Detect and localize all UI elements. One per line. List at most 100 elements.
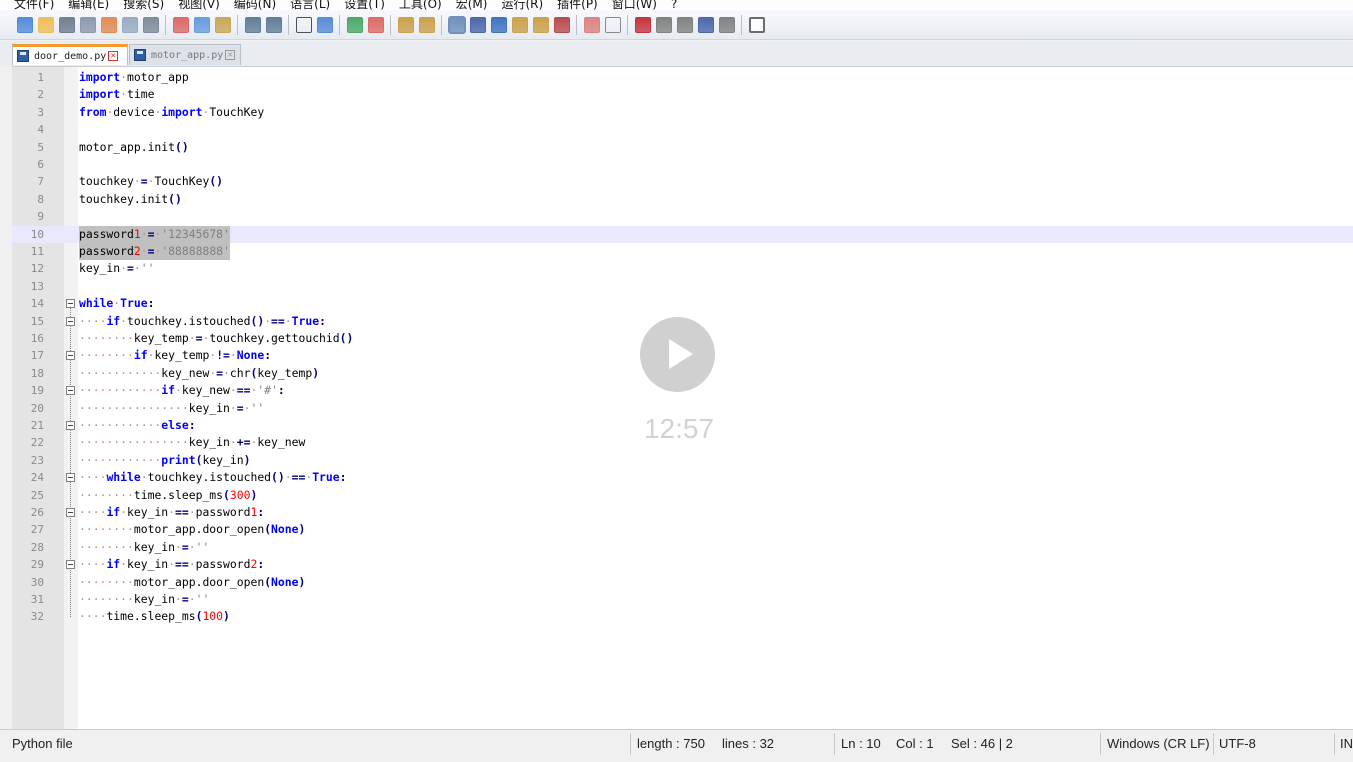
save-all-icon[interactable] bbox=[79, 16, 96, 33]
record-macro-icon[interactable] bbox=[634, 16, 651, 33]
line-number: 5 bbox=[37, 140, 44, 154]
close-all-icon[interactable] bbox=[121, 16, 138, 33]
word-wrap-icon[interactable] bbox=[447, 15, 466, 34]
code-line[interactable]: 3 from·device·import·TouchKey bbox=[12, 104, 1353, 121]
code-editor[interactable]: 1 import·motor_app 2 import·time 3 from·devic… bbox=[12, 66, 1353, 729]
code-line[interactable]: 29 ····if·key_in·==·password2: bbox=[12, 556, 1353, 573]
close-tab-icon[interactable]: ✕ bbox=[225, 50, 236, 60]
code-line[interactable]: 12 key_in·=·'' bbox=[12, 260, 1353, 277]
line-number: 18 bbox=[30, 366, 44, 380]
code-line[interactable]: 28 ········key_in·=·'' bbox=[12, 539, 1353, 556]
line-number: 32 bbox=[30, 610, 44, 624]
code-line[interactable]: 25 ········time.sleep_ms(300) bbox=[12, 487, 1353, 504]
fold-toggle-icon[interactable] bbox=[66, 386, 75, 396]
menu-item[interactable]: 语言(L) bbox=[290, 0, 330, 10]
udl-icon[interactable] bbox=[511, 16, 528, 33]
redo-icon[interactable] bbox=[265, 16, 282, 33]
menu-item[interactable]: 文件(F) bbox=[14, 0, 54, 10]
fold-toggle-icon[interactable] bbox=[66, 299, 75, 309]
tab-label: motor_app.py bbox=[151, 49, 224, 61]
fold-toggle-icon[interactable] bbox=[66, 351, 75, 361]
zoom-in-icon[interactable] bbox=[346, 16, 363, 33]
show-all-chars-icon[interactable] bbox=[469, 16, 486, 33]
sync-horizontal-icon[interactable] bbox=[418, 16, 435, 33]
fold-toggle-icon[interactable] bbox=[66, 473, 75, 483]
code-line[interactable]: 32 ····time.sleep_ms(100) bbox=[12, 608, 1353, 625]
line-number: 11 bbox=[30, 245, 44, 258]
cut-icon[interactable] bbox=[172, 16, 189, 33]
menu-item[interactable]: 宏(M) bbox=[456, 0, 488, 10]
undo-icon[interactable] bbox=[244, 16, 261, 33]
code-line[interactable]: 27 ········motor_app.door_open(None) bbox=[12, 521, 1353, 538]
toolbar-separator bbox=[441, 14, 442, 35]
save-icon[interactable] bbox=[58, 16, 75, 33]
zoom-out-icon[interactable] bbox=[367, 16, 384, 33]
menu-item[interactable]: 编辑(E) bbox=[68, 0, 109, 10]
folder-workspace-icon[interactable] bbox=[583, 16, 600, 33]
menu-item[interactable]: 插件(P) bbox=[557, 0, 598, 10]
line-number: 2 bbox=[37, 88, 44, 102]
menu-item[interactable]: 视图(V) bbox=[178, 0, 220, 10]
code-line[interactable]: 4 bbox=[12, 121, 1353, 138]
indent-guide-icon[interactable] bbox=[490, 16, 507, 33]
open-file-icon[interactable] bbox=[37, 16, 54, 33]
close-tab-icon[interactable]: ✕ bbox=[108, 51, 119, 61]
code-line[interactable]: 8 touchkey.init() bbox=[12, 191, 1353, 208]
code-line[interactable]: 13 bbox=[12, 278, 1353, 295]
code-text: from·device·import·TouchKey bbox=[79, 104, 265, 119]
paste-icon[interactable] bbox=[214, 16, 231, 33]
spell-check-icon[interactable] bbox=[748, 16, 765, 33]
run-macro-multiple-icon[interactable] bbox=[697, 16, 714, 33]
menu-item[interactable]: 运行(R) bbox=[501, 0, 543, 10]
play-icon bbox=[669, 339, 693, 369]
play-button[interactable] bbox=[640, 317, 715, 392]
code-line[interactable]: 30 ········motor_app.door_open(None) bbox=[12, 574, 1353, 591]
menu-item[interactable]: ? bbox=[671, 0, 677, 10]
tab-motor-app[interactable]: motor_app.py ✕ bbox=[129, 44, 241, 65]
replace-icon[interactable] bbox=[316, 16, 333, 33]
close-icon[interactable] bbox=[100, 16, 117, 33]
code-line[interactable]: 5 motor_app.init() bbox=[12, 139, 1353, 156]
function-list-icon[interactable] bbox=[553, 16, 570, 33]
stop-record-icon[interactable] bbox=[655, 16, 672, 33]
fold-toggle-icon[interactable] bbox=[66, 560, 75, 570]
copy-icon[interactable] bbox=[193, 16, 210, 33]
menu-item[interactable]: 搜索(S) bbox=[123, 0, 164, 10]
play-macro-icon[interactable] bbox=[676, 16, 693, 33]
save-macro-icon[interactable] bbox=[718, 16, 735, 33]
code-line[interactable]: 6 bbox=[12, 156, 1353, 173]
fold-toggle-icon[interactable] bbox=[66, 508, 75, 517]
menu-item[interactable]: 窗口(W) bbox=[612, 0, 657, 10]
saved-file-icon bbox=[134, 49, 146, 61]
code-line[interactable]: 31 ········key_in·=·'' bbox=[12, 591, 1353, 608]
code-line[interactable]: 2 import·time bbox=[12, 86, 1353, 103]
code-line[interactable]: 11 password2·=·'88888888' bbox=[12, 243, 1353, 261]
menu-item[interactable]: 工具(O) bbox=[399, 0, 442, 10]
line-number: 12 bbox=[30, 262, 44, 276]
code-line[interactable]: 14 while·True: bbox=[12, 295, 1353, 312]
code-line[interactable]: 1 import·motor_app bbox=[12, 69, 1353, 86]
print-icon[interactable] bbox=[142, 16, 159, 33]
status-encoding[interactable]: UTF-8 bbox=[1219, 736, 1256, 751]
menu-item[interactable]: 设置(T) bbox=[344, 0, 385, 10]
code-line[interactable]: 9 bbox=[12, 208, 1353, 225]
line-number: 13 bbox=[30, 279, 44, 293]
status-column: Col : 1 bbox=[896, 736, 934, 751]
doc-map-icon[interactable] bbox=[532, 16, 549, 33]
code-text: ········key_in·=·'' bbox=[79, 592, 210, 606]
tab-door-demo[interactable]: door_demo.py ✕ bbox=[12, 44, 128, 65]
code-line[interactable]: 10 password1·=·'12345678' bbox=[12, 225, 1353, 243]
code-line[interactable]: 7 touchkey·=·TouchKey() bbox=[12, 173, 1353, 190]
status-eol[interactable]: Windows (CR LF) bbox=[1107, 736, 1210, 751]
sync-vertical-icon[interactable] bbox=[397, 16, 414, 33]
code-line[interactable]: 23 ············print(key_in) bbox=[12, 452, 1353, 469]
code-line[interactable]: 24 ····while·touchkey.istouched()·==·True… bbox=[12, 469, 1353, 486]
find-icon[interactable] bbox=[295, 16, 312, 33]
menu-item[interactable]: 编码(N) bbox=[234, 0, 276, 10]
fold-toggle-icon[interactable] bbox=[66, 316, 75, 326]
monitoring-icon[interactable] bbox=[604, 16, 621, 33]
toolbar-separator bbox=[390, 14, 391, 35]
code-line[interactable]: 26 ····if·key_in·==·password1: bbox=[12, 504, 1353, 521]
new-file-icon[interactable] bbox=[16, 16, 33, 33]
fold-toggle-icon[interactable] bbox=[66, 421, 75, 430]
